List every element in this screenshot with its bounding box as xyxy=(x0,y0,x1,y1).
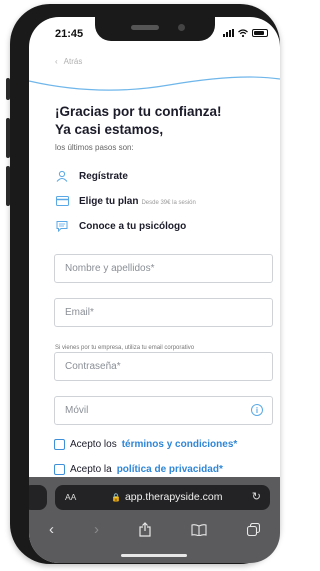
side-button-volume-down xyxy=(6,166,10,206)
camera xyxy=(178,24,185,31)
chevron-left-icon: ‹ xyxy=(55,57,58,66)
phone-field[interactable]: i xyxy=(54,396,273,425)
step-psychologist: Conoce a tu psicólogo xyxy=(55,219,186,233)
step-plan-note: Desde 39€ la sesión xyxy=(141,199,196,206)
back-link[interactable]: ‹ Atrás xyxy=(55,57,82,66)
terms-link[interactable]: términos y condiciones* xyxy=(122,439,238,450)
step-psychologist-label: Conoce a tu psicólogo xyxy=(79,220,187,232)
lock-icon: 🔒 xyxy=(111,493,121,502)
url-value: app.therapyside.com xyxy=(124,491,223,503)
name-input[interactable] xyxy=(55,255,245,282)
privacy-link[interactable]: política de privacidad* xyxy=(117,464,223,475)
home-indicator[interactable] xyxy=(121,554,187,557)
status-bar: 21:45 xyxy=(29,17,280,49)
email-field[interactable] xyxy=(54,298,273,327)
forward-arrow-icon[interactable]: › xyxy=(94,521,99,538)
text-size-button[interactable]: AA xyxy=(65,492,76,502)
step-plan-label: Elige tu plan Desde 39€ la sesión xyxy=(79,196,196,207)
battery-icon xyxy=(252,29,268,37)
privacy-checkbox[interactable] xyxy=(54,464,65,475)
reload-icon[interactable]: ↻ xyxy=(252,490,261,503)
steps-intro: los últimos pasos son: xyxy=(55,143,134,152)
email-input[interactable] xyxy=(55,299,245,326)
password-field[interactable] xyxy=(54,352,273,381)
email-hint: Si vienes por tu empresa, utiliza tu ema… xyxy=(55,345,195,351)
url-text: 🔒 app.therapyside.com xyxy=(111,491,222,503)
status-time: 21:45 xyxy=(55,28,84,40)
notch xyxy=(95,17,215,41)
header-wave xyxy=(29,76,280,91)
terms-prefix: Acepto los xyxy=(70,439,117,450)
tabs-icon[interactable] xyxy=(247,523,260,536)
terms-checkbox-row[interactable]: Acepto los términos y condiciones* xyxy=(54,439,237,450)
privacy-checkbox-row[interactable]: Acepto la política de privacidad* xyxy=(54,464,223,475)
address-bar[interactable]: AA 🔒 app.therapyside.com ↻ xyxy=(55,485,270,510)
terms-checkbox[interactable] xyxy=(54,439,65,450)
title-line-2: Ya casi estamos, xyxy=(55,122,164,137)
step-plan-text: Elige tu plan xyxy=(79,195,139,207)
page-title: ¡Gracias por tu confianza! Ya casi estam… xyxy=(55,103,265,139)
wifi-icon xyxy=(238,29,248,37)
previous-tab-peek[interactable] xyxy=(29,485,47,510)
signal-icon xyxy=(223,29,234,37)
name-field[interactable] xyxy=(54,254,273,283)
phone-input[interactable] xyxy=(55,397,245,424)
user-icon xyxy=(55,169,69,183)
phone-frame: 21:45 ‹ Atrás ¡Gracias por tu confianza!… xyxy=(10,4,280,564)
title-line-1: ¡Gracias por tu confianza! xyxy=(55,104,222,119)
browser-nav: ‹ › xyxy=(29,521,280,538)
step-register: Regístrate xyxy=(55,169,128,183)
chat-icon xyxy=(55,219,69,233)
status-icons xyxy=(223,29,268,37)
screen: 21:45 ‹ Atrás ¡Gracias por tu confianza!… xyxy=(29,17,280,563)
back-label: Atrás xyxy=(63,57,83,66)
step-plan: Elige tu plan Desde 39€ la sesión xyxy=(55,194,196,208)
side-button-volume-up xyxy=(6,118,10,158)
info-icon[interactable]: i xyxy=(251,404,263,416)
password-input[interactable] xyxy=(55,353,245,380)
step-register-label: Regístrate xyxy=(79,170,128,182)
bookmarks-icon[interactable] xyxy=(191,523,207,536)
side-button-mute xyxy=(6,78,10,100)
speaker xyxy=(131,25,159,30)
card-icon xyxy=(55,194,69,208)
browser-toolbar: AA 🔒 app.therapyside.com ↻ ‹ › xyxy=(29,477,280,563)
back-arrow-icon[interactable]: ‹ xyxy=(49,521,54,538)
privacy-prefix: Acepto la xyxy=(70,464,112,475)
share-icon[interactable] xyxy=(139,522,151,537)
